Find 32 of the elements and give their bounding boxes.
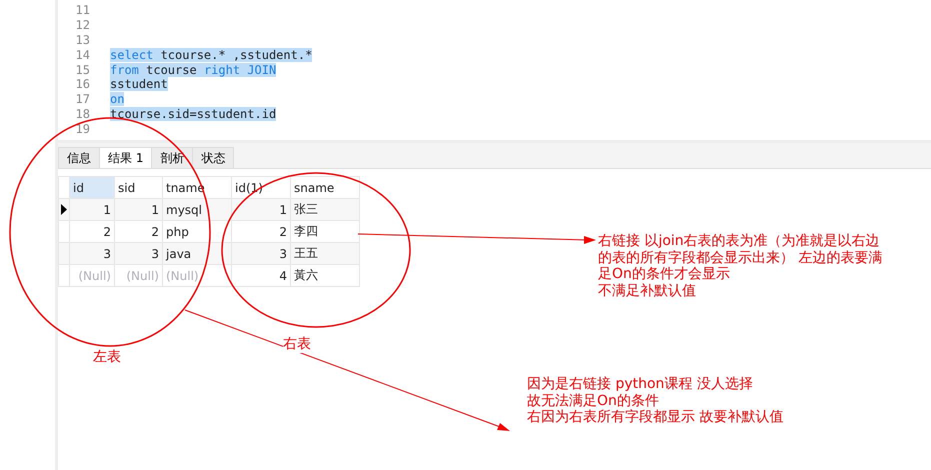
annotation-label: 右表	[283, 336, 311, 352]
column-header[interactable]: id	[70, 176, 114, 198]
table-cell: 3	[70, 242, 114, 264]
line-number: 14	[74, 48, 90, 62]
result-tab[interactable]: 结果 1	[99, 147, 152, 168]
result-tab[interactable]: 状态	[192, 147, 234, 168]
line-number: 11	[74, 3, 90, 18]
table-cell: 1	[232, 198, 290, 220]
table-cell: 王五	[290, 242, 360, 264]
annotation-text: 因为是右链接 python课程 没人选择 故无法满足On的条件 右因为右表所有字段都显示 故要补默认值	[527, 376, 784, 426]
table-cell: 1	[114, 198, 162, 220]
table-cell: 1	[70, 198, 114, 220]
table-cell: 3	[232, 242, 290, 264]
line-number: 17	[74, 92, 90, 106]
line-number: 16	[74, 77, 90, 92]
result-tab[interactable]: 剖析	[151, 147, 194, 168]
table-cell: 3	[114, 242, 162, 264]
table-cell: 黃六	[290, 264, 360, 286]
table-cell: (Null)	[114, 264, 162, 286]
table-cell: 4	[232, 264, 290, 286]
annotation-text: 右链接 以join右表的表为准（为准就是以右边 的表的所有字段都会显示出来） 左边的表要满 足On的条件才会显示 不满足补默认值	[598, 233, 882, 299]
result-tab[interactable]: 信息	[58, 147, 100, 168]
table-cell: (Null)	[162, 264, 232, 286]
table-cell: (Null)	[70, 264, 114, 286]
line-number: 18	[74, 106, 90, 121]
table-cell: mysql	[162, 198, 232, 220]
line-number: 19	[74, 122, 90, 136]
annotation-label: 左表	[93, 349, 121, 366]
line-number: 13	[74, 32, 90, 47]
table-cell: 张三	[290, 198, 360, 220]
line-number: 12	[74, 18, 90, 32]
line-number: 15	[74, 62, 90, 77]
